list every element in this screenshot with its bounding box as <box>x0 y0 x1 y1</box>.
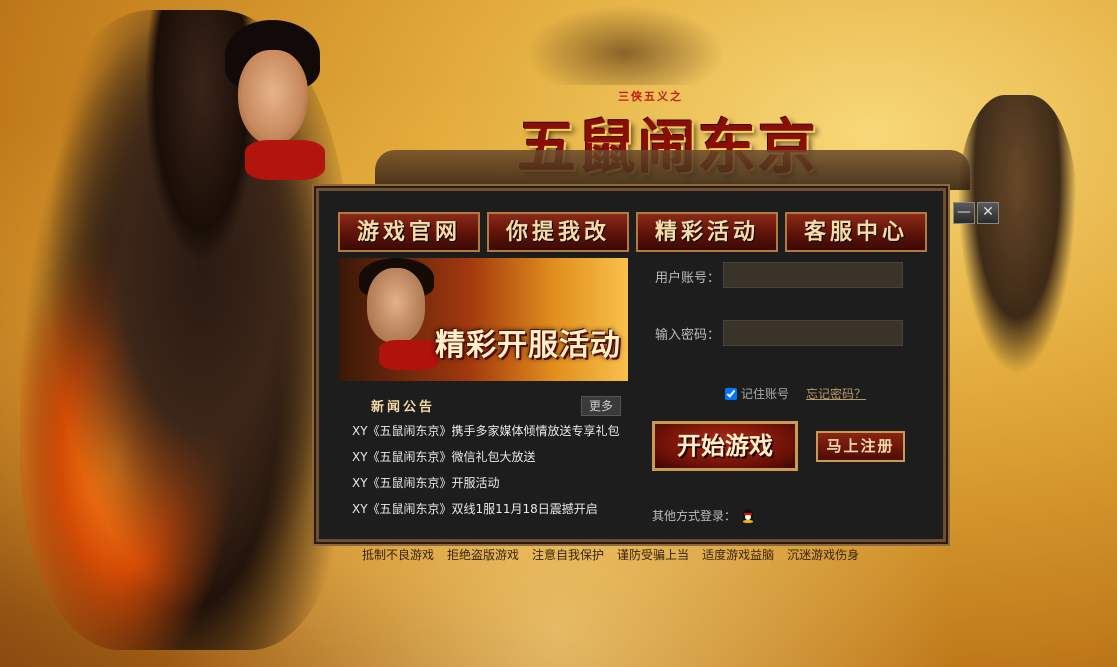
qq-login-icon[interactable] <box>742 508 754 523</box>
start-game-button[interactable]: 开始游戏 <box>652 421 798 471</box>
password-input[interactable] <box>723 320 903 346</box>
remember-label: 记住账号 <box>741 387 790 401</box>
register-button[interactable]: 马上注册 <box>816 431 905 462</box>
banner-text: 精彩开服活动 <box>435 328 621 363</box>
hero-scarf <box>245 140 325 180</box>
username-input[interactable] <box>723 262 903 288</box>
news-item[interactable]: XY《五鼠闹东京》开服活动 <box>352 472 627 498</box>
warning-text: 注意自我保护 <box>532 548 605 562</box>
news-more-button[interactable]: 更多 <box>581 396 621 416</box>
warning-text: 谨防受骗上当 <box>617 548 690 562</box>
news-item[interactable]: XY《五鼠闹东京》携手多家媒体倾情放送专享礼包 <box>352 420 627 446</box>
remember-account[interactable]: 记住账号 <box>725 385 789 402</box>
warning-text: 抵制不良游戏 <box>362 548 435 562</box>
warning-text: 沉迷游戏伤身 <box>787 548 860 562</box>
banner-hero-face <box>367 268 425 343</box>
news-header: 新闻公告 更多 <box>339 394 623 418</box>
forgot-password-link[interactable]: 忘记密码？ <box>806 385 866 402</box>
background-riders <box>525 5 725 85</box>
hero-face <box>238 50 308 145</box>
other-login-label: 其他方式登录： <box>652 509 737 523</box>
nav-bar: 游戏官网 你提我改 精彩活动 客服中心 <box>338 212 927 252</box>
username-label: 用户账号： <box>655 271 721 286</box>
event-banner[interactable]: 精彩开服活动 <box>339 258 628 381</box>
minimize-button[interactable]: — <box>953 202 975 224</box>
banner-hero-scarf <box>379 340 439 370</box>
health-warning: 抵制不良游戏 拒绝盗版游戏 注意自我保护 谨防受骗上当 适度游戏益脑 沉迷游戏伤… <box>362 546 859 563</box>
nav-events-button[interactable]: 精彩活动 <box>636 212 778 252</box>
frame-ornament <box>375 150 970 190</box>
remember-checkbox[interactable] <box>725 387 737 400</box>
news-item[interactable]: XY《五鼠闹东京》微信礼包大放送 <box>352 446 627 472</box>
warning-text: 适度游戏益脑 <box>702 548 775 562</box>
dragon-ornament <box>957 95 1077 375</box>
nav-official-site-button[interactable]: 游戏官网 <box>338 212 480 252</box>
nav-feedback-button[interactable]: 你提我改 <box>487 212 629 252</box>
news-list: XY《五鼠闹东京》携手多家媒体倾情放送专享礼包 XY《五鼠闹东京》微信礼包大放送… <box>352 420 627 524</box>
news-item[interactable]: XY《五鼠闹东京》双线1服11月18日震撼开启 <box>352 498 627 524</box>
password-label: 输入密码： <box>655 328 721 343</box>
other-login: 其他方式登录： <box>652 507 754 524</box>
warning-text: 拒绝盗版游戏 <box>447 548 520 562</box>
window-controls: — ✕ <box>953 202 999 224</box>
news-title: 新闻公告 <box>371 400 436 415</box>
close-button[interactable]: ✕ <box>977 202 999 224</box>
nav-support-button[interactable]: 客服中心 <box>785 212 927 252</box>
